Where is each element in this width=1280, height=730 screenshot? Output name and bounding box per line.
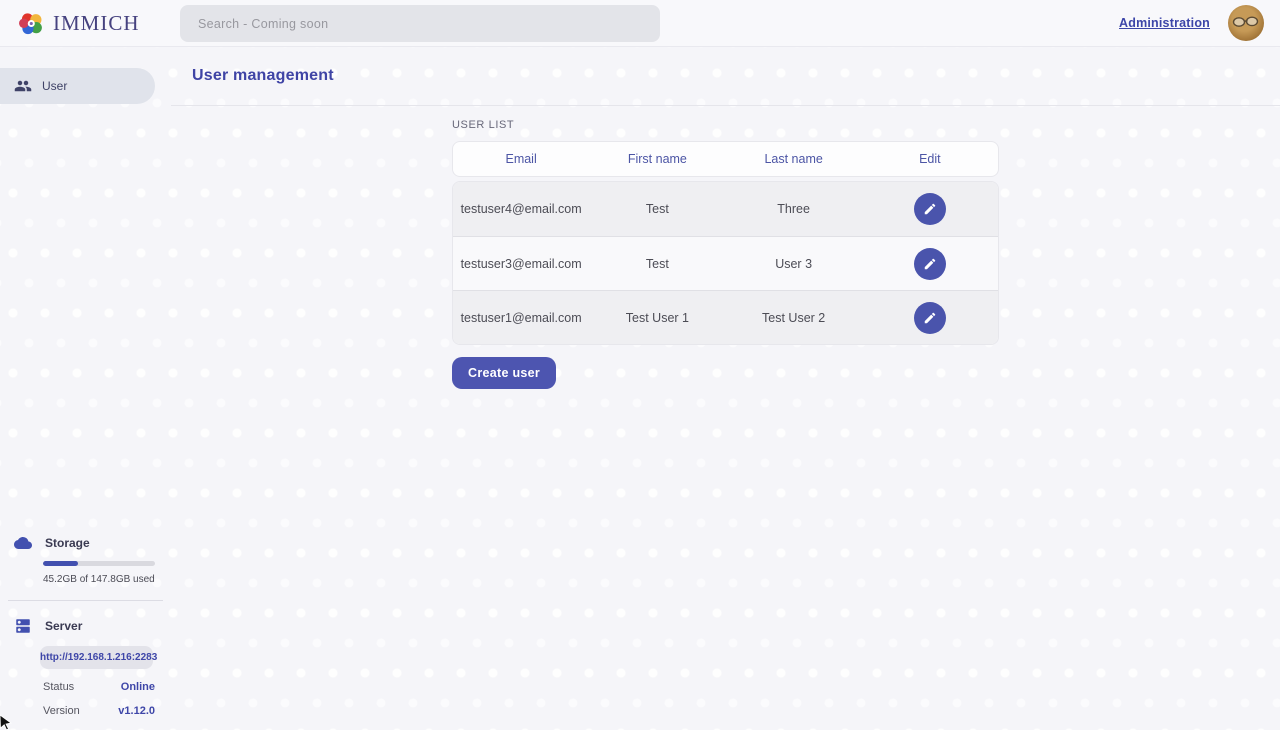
app-name: IMMICH	[53, 11, 140, 36]
sidebar-status-panel: Storage 45.2GB of 147.8GB used Server ht…	[0, 534, 171, 730]
edit-user-button[interactable]	[914, 248, 946, 280]
user-list-label: USER LIST	[452, 119, 999, 131]
server-version-label: Version	[43, 705, 80, 717]
glasses-icon	[1232, 15, 1260, 29]
admin-sidebar: User Storage 45.2GB of 147.8GB used	[0, 47, 171, 730]
cell-last-name: Test User 2	[726, 311, 862, 325]
cell-last-name: Three	[726, 202, 862, 216]
server-title: Server	[45, 619, 82, 633]
sidebar-divider	[8, 600, 163, 601]
cell-last-name: User 3	[726, 257, 862, 271]
main-panel: User management USER LIST Email First na…	[171, 47, 1280, 730]
page-title: User management	[192, 67, 334, 85]
top-bar: IMMICH Administration	[0, 0, 1280, 47]
user-table-header: Email First name Last name Edit	[452, 141, 999, 177]
create-user-button[interactable]: Create user	[452, 357, 556, 389]
storage-usage-text: 45.2GB of 147.8GB used	[43, 574, 171, 585]
cell-first-name: Test User 1	[589, 311, 725, 325]
pencil-icon	[923, 257, 937, 271]
page-title-bar: User management	[171, 47, 1280, 106]
immich-flower-icon	[18, 10, 45, 37]
app-logo[interactable]: IMMICH	[18, 10, 140, 37]
pencil-icon	[923, 202, 937, 216]
sidebar-item-user-label: User	[42, 79, 67, 93]
cell-first-name: Test	[589, 202, 725, 216]
cloud-icon	[14, 534, 32, 552]
column-header-edit: Edit	[862, 152, 998, 166]
cell-email: testuser1@email.com	[453, 311, 589, 325]
administration-link[interactable]: Administration	[1119, 16, 1210, 30]
cell-email: testuser4@email.com	[453, 202, 589, 216]
cell-email: testuser3@email.com	[453, 257, 589, 271]
edit-user-button[interactable]	[914, 193, 946, 225]
storage-progress-bar	[43, 561, 155, 566]
column-header-first-name: First name	[589, 152, 725, 166]
column-header-email: Email	[453, 152, 589, 166]
table-row: testuser1@email.com Test User 1 Test Use…	[453, 290, 998, 344]
column-header-last-name: Last name	[726, 152, 862, 166]
pencil-icon	[923, 311, 937, 325]
storage-title: Storage	[45, 536, 90, 550]
server-url: http://192.168.1.216:2283	[40, 646, 153, 669]
sidebar-item-user[interactable]: User	[0, 68, 155, 104]
users-group-icon	[14, 77, 32, 95]
search-input[interactable]	[180, 5, 660, 42]
edit-user-button[interactable]	[914, 302, 946, 334]
table-row: testuser4@email.com Test Three	[453, 182, 998, 236]
server-status-label: Status	[43, 681, 74, 693]
storage-progress-fill	[43, 561, 78, 566]
cell-first-name: Test	[589, 257, 725, 271]
server-version-value: v1.12.0	[118, 705, 155, 717]
user-avatar[interactable]	[1228, 5, 1264, 41]
user-table: testuser4@email.com Test Three testuser3…	[452, 181, 999, 345]
server-status-value: Online	[121, 681, 155, 693]
table-row: testuser3@email.com Test User 3	[453, 236, 998, 290]
server-icon	[14, 617, 32, 635]
